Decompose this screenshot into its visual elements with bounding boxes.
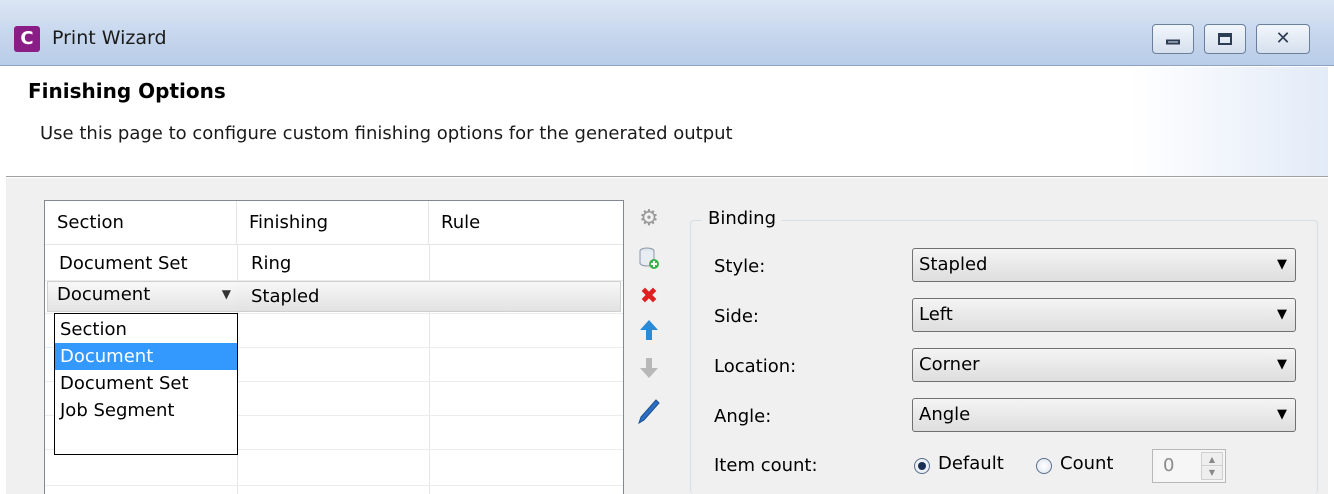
style-label: Style: [714,256,766,277]
edit-icon[interactable] [636,398,662,425]
page-title: Finishing Options [28,79,226,103]
table-row-2-finishing[interactable]: Stapled [239,286,319,307]
section-combo-value: Document [57,284,151,305]
radio-count[interactable] [1036,458,1052,474]
wizard-header: Finishing Options Use this page to confi… [6,67,1328,177]
item-count-label: Item count: [714,455,818,476]
gear-icon[interactable]: ⚙ [636,206,662,232]
count-stepper-value[interactable]: 0 [1163,455,1174,476]
column-header-rule[interactable]: Rule [429,201,623,245]
add-icon[interactable] [636,246,662,272]
angle-select-value: Angle [919,404,971,425]
stepper-buttons: ▲ ▼ [1201,452,1223,480]
chevron-down-icon: ▼ [1277,257,1287,272]
location-label: Location: [714,356,797,377]
binding-group-title: Binding [702,208,783,229]
dropdown-option-job-segment[interactable]: Job Segment [55,397,237,424]
chevron-up-icon[interactable]: ▲ [1202,453,1222,466]
title-bar: C Print Wizard ✕ [0,0,1334,66]
dropdown-option-section[interactable]: Section [55,316,237,343]
close-icon: ✕ [1275,28,1291,49]
section-dropdown-list[interactable]: Section Document Document Set Job Segmen… [54,313,238,455]
side-select[interactable]: Left ▼ [912,298,1296,332]
chevron-down-icon: ▼ [1277,357,1287,372]
table-row-1-finishing[interactable]: Ring [239,253,291,274]
location-select-value: Corner [919,354,980,375]
count-stepper[interactable]: 0 ▲ ▼ [1152,449,1226,483]
angle-select[interactable]: Angle ▼ [912,398,1296,432]
side-label: Side: [714,306,759,327]
minimize-icon [1166,39,1180,45]
column-header-section[interactable]: Section [45,201,237,245]
angle-label: Angle: [714,406,772,427]
section-combo[interactable]: Document ▼ [49,283,235,310]
dropdown-option-document[interactable]: Document [55,343,237,370]
radio-default-label[interactable]: Default [938,453,1004,474]
app-icon: C [14,26,40,52]
chevron-down-icon[interactable]: ▼ [1202,466,1222,479]
radio-count-label[interactable]: Count [1060,453,1113,474]
row-divider [45,485,623,486]
move-up-icon[interactable] [636,318,662,344]
location-select[interactable]: Corner ▼ [912,348,1296,382]
minimize-button[interactable] [1152,24,1194,54]
style-select[interactable]: Stapled ▼ [912,248,1296,282]
style-select-value: Stapled [919,254,988,275]
maximize-icon [1218,33,1232,45]
radio-default[interactable] [914,458,930,474]
chevron-down-icon[interactable]: ▼ [222,287,231,301]
side-select-value: Left [919,304,953,325]
move-down-icon[interactable] [636,356,662,382]
maximize-button[interactable] [1204,24,1246,54]
dropdown-option-document-set[interactable]: Document Set [55,370,237,397]
page-description: Use this page to configure custom finish… [40,123,733,144]
column-header-finishing[interactable]: Finishing [237,201,429,245]
close-button[interactable]: ✕ [1256,24,1310,54]
chevron-down-icon: ▼ [1277,407,1287,422]
delete-icon[interactable]: ✖ [636,284,662,310]
window-title: Print Wizard [52,27,167,49]
chevron-down-icon: ▼ [1277,307,1287,322]
table-row-1-section[interactable]: Document Set [47,253,188,274]
